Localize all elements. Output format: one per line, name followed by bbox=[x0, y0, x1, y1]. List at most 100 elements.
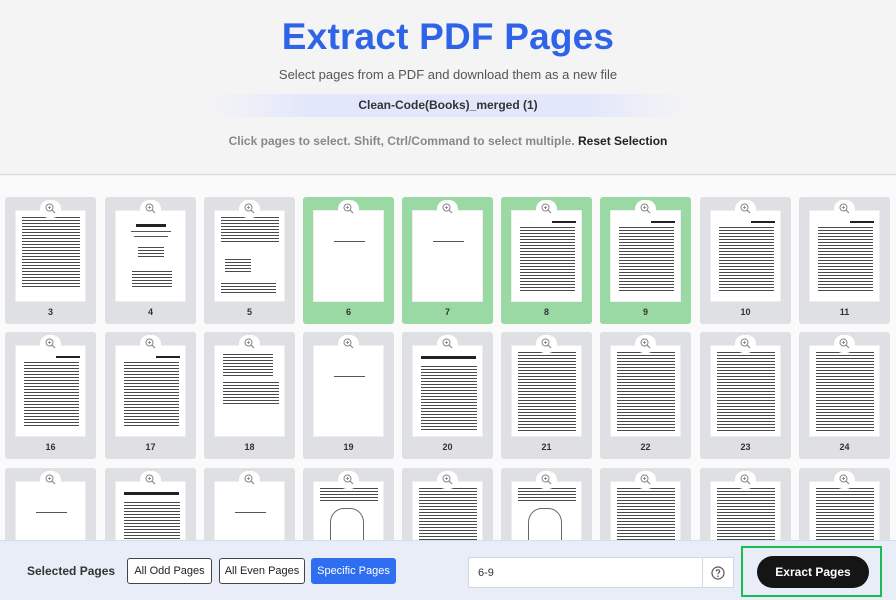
zoom-in-icon[interactable] bbox=[735, 471, 756, 489]
extract-pages-button[interactable]: Exract Pages bbox=[757, 556, 869, 588]
header: Extract PDF Pages Select pages from a PD… bbox=[0, 0, 896, 175]
page-thumbnail[interactable] bbox=[700, 468, 791, 540]
page-thumbnail[interactable] bbox=[303, 468, 394, 540]
zoom-in-icon[interactable] bbox=[140, 471, 161, 489]
zoom-in-icon[interactable] bbox=[735, 200, 756, 218]
page-preview bbox=[710, 345, 781, 437]
zoom-in-icon[interactable] bbox=[338, 471, 359, 489]
extract-highlight: Exract Pages bbox=[741, 546, 882, 597]
page-preview bbox=[412, 345, 483, 437]
page-number: 10 bbox=[740, 307, 751, 317]
zoom-in-icon[interactable] bbox=[635, 335, 656, 353]
zoom-in-icon[interactable] bbox=[437, 335, 458, 353]
page-preview bbox=[610, 210, 681, 302]
page-title: Extract PDF Pages bbox=[281, 16, 615, 57]
page-number: 20 bbox=[442, 442, 453, 452]
zoom-in-icon[interactable] bbox=[635, 200, 656, 218]
page-subtitle: Select pages from a PDF and download the… bbox=[278, 67, 618, 82]
page-number: 22 bbox=[640, 442, 651, 452]
page-thumbnail[interactable]: 11 bbox=[799, 197, 890, 324]
zoom-in-icon[interactable] bbox=[239, 200, 260, 218]
zoom-in-icon[interactable] bbox=[735, 335, 756, 353]
page-number: 6 bbox=[345, 307, 351, 317]
page-thumbnail[interactable] bbox=[501, 468, 592, 540]
page-preview bbox=[809, 210, 880, 302]
zoom-in-icon[interactable] bbox=[536, 335, 557, 353]
page-number: 4 bbox=[147, 307, 153, 317]
zoom-in-icon[interactable] bbox=[536, 471, 557, 489]
zoom-in-icon[interactable] bbox=[239, 335, 260, 353]
page-thumbnail[interactable]: 24 bbox=[799, 332, 890, 459]
page-thumbnail[interactable]: 7 bbox=[402, 197, 493, 324]
page-number: 8 bbox=[543, 307, 549, 317]
zoom-in-icon[interactable] bbox=[536, 200, 557, 218]
page-preview bbox=[15, 481, 86, 540]
page-thumbnail[interactable] bbox=[5, 468, 96, 540]
zoom-in-icon[interactable] bbox=[834, 471, 855, 489]
page-number: 11 bbox=[839, 307, 850, 317]
hint-text: Click pages to select. Shift, Ctrl/Comma… bbox=[228, 134, 575, 148]
page-thumbnail[interactable]: 6 bbox=[303, 197, 394, 324]
zoom-in-icon[interactable] bbox=[338, 200, 359, 218]
page-thumbnail[interactable]: 4 bbox=[105, 197, 196, 324]
page-preview bbox=[15, 210, 86, 302]
page-thumbnail[interactable]: 18 bbox=[204, 332, 295, 459]
page-preview bbox=[313, 345, 384, 437]
page-thumbnail[interactable]: 22 bbox=[600, 332, 691, 459]
zoom-in-icon[interactable] bbox=[437, 200, 458, 218]
page-thumbnail[interactable]: 3 bbox=[5, 197, 96, 324]
zoom-in-icon[interactable] bbox=[40, 335, 61, 353]
page-number: 19 bbox=[343, 442, 354, 452]
page-preview bbox=[115, 481, 186, 540]
page-number: 23 bbox=[740, 442, 751, 452]
reset-selection-link[interactable]: Reset Selection bbox=[578, 134, 667, 148]
page-thumbnail[interactable]: 21 bbox=[501, 332, 592, 459]
page-thumbnail[interactable]: 9 bbox=[600, 197, 691, 324]
page-thumbnail[interactable]: 19 bbox=[303, 332, 394, 459]
specific-pages-button[interactable]: Specific Pages bbox=[311, 558, 396, 584]
file-name: Clean-Code(Books)_merged (1) bbox=[212, 94, 684, 117]
page-number: 16 bbox=[45, 442, 56, 452]
zoom-in-icon[interactable] bbox=[834, 200, 855, 218]
page-grid: 3 4 5 6 7 8 9 10 11 16 17 18 19 20 21 22 23 24 bbox=[0, 176, 896, 540]
page-thumbnail[interactable]: 16 bbox=[5, 332, 96, 459]
zoom-in-icon[interactable] bbox=[437, 471, 458, 489]
zoom-in-icon[interactable] bbox=[338, 335, 359, 353]
page-preview bbox=[511, 210, 582, 302]
page-number: 17 bbox=[145, 442, 156, 452]
page-thumbnail[interactable]: 5 bbox=[204, 197, 295, 324]
zoom-in-icon[interactable] bbox=[40, 471, 61, 489]
zoom-in-icon[interactable] bbox=[239, 471, 260, 489]
page-thumbnail[interactable]: 10 bbox=[700, 197, 791, 324]
page-preview bbox=[809, 481, 880, 540]
page-thumbnail[interactable]: 17 bbox=[105, 332, 196, 459]
selected-pages-label: Selected Pages bbox=[27, 564, 116, 578]
page-thumbnail[interactable] bbox=[600, 468, 691, 540]
all-even-pages-button[interactable]: All Even Pages bbox=[219, 558, 305, 584]
help-button[interactable] bbox=[703, 557, 734, 588]
zoom-in-icon[interactable] bbox=[140, 335, 161, 353]
page-preview bbox=[511, 345, 582, 437]
zoom-in-icon[interactable] bbox=[140, 200, 161, 218]
zoom-in-icon[interactable] bbox=[635, 471, 656, 489]
zoom-in-icon[interactable] bbox=[40, 200, 61, 218]
bottom-toolbar: Selected Pages All Odd Pages All Even Pa… bbox=[0, 540, 896, 600]
page-number: 5 bbox=[246, 307, 252, 317]
page-preview bbox=[809, 345, 880, 437]
page-thumbnail[interactable]: 8 bbox=[501, 197, 592, 324]
all-odd-pages-button[interactable]: All Odd Pages bbox=[127, 558, 212, 584]
page-thumbnail[interactable] bbox=[105, 468, 196, 540]
zoom-in-icon[interactable] bbox=[834, 335, 855, 353]
page-preview bbox=[610, 345, 681, 437]
page-range-input[interactable] bbox=[468, 557, 703, 588]
page-preview bbox=[412, 481, 483, 540]
page-thumbnail[interactable] bbox=[799, 468, 890, 540]
page-number: 21 bbox=[541, 442, 552, 452]
page-thumbnail[interactable]: 23 bbox=[700, 332, 791, 459]
page-preview bbox=[710, 210, 781, 302]
page-thumbnail[interactable] bbox=[204, 468, 295, 540]
question-circle-icon bbox=[711, 566, 725, 580]
page-thumbnail[interactable] bbox=[402, 468, 493, 540]
page-number: 18 bbox=[244, 442, 255, 452]
page-thumbnail[interactable]: 20 bbox=[402, 332, 493, 459]
